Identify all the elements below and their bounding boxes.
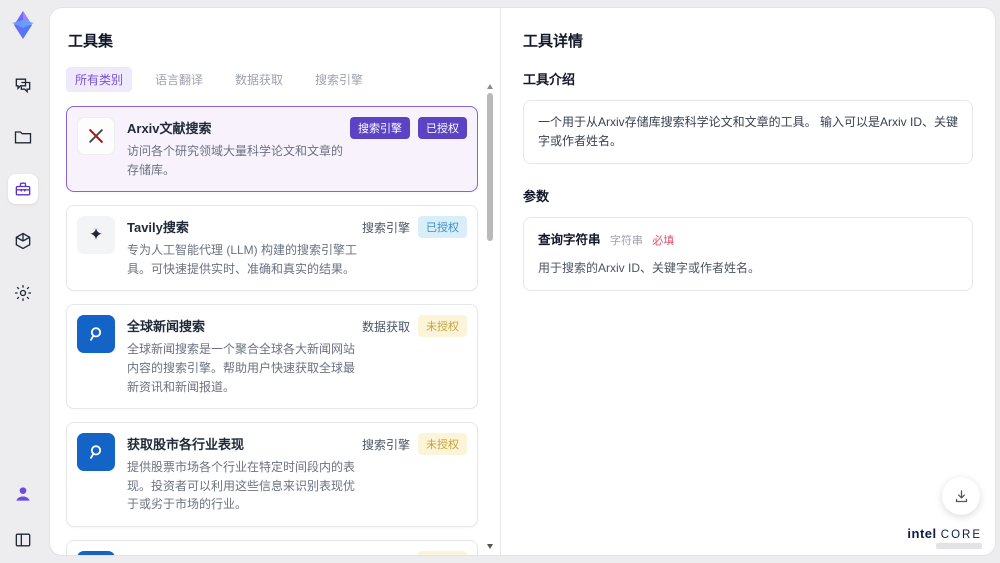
scroll-up-arrow[interactable]	[487, 84, 493, 89]
category-tabs: 所有类别 语言翻译 数据获取 搜索引擎	[66, 67, 478, 92]
intro-heading: 工具介绍	[523, 72, 576, 87]
param-required-flag: 必填	[652, 235, 675, 248]
tool-card-global-news[interactable]: 全球新闻搜索 全球新闻搜索是一个聚合全球各大新闻网站内容的搜索引擎。帮助用户快速…	[66, 304, 478, 410]
download-icon	[955, 489, 967, 502]
page-title: 工具集	[68, 33, 114, 50]
tool-name: Arxiv文献搜索	[127, 121, 212, 136]
tool-card-list: Arxiv文献搜索 访问各个研究领域大量科学论文和文章的存储库。 搜索引擎 已授…	[66, 106, 478, 555]
left-rail	[0, 0, 46, 563]
tab-all-categories[interactable]: 所有类别	[66, 67, 133, 92]
tool-description: 访问各个研究领域大量科学论文和文章的存储库。	[127, 144, 344, 177]
auth-status-badge: 已授权	[418, 117, 467, 139]
tool-card-sector-performance[interactable]: 获取股市各行业表现 提供股票市场各个行业在特定时间段内的表现。投资者可以利用这些…	[66, 422, 478, 527]
folder-icon[interactable]	[8, 122, 38, 152]
tool-list-column: 工具集 所有类别 语言翻译 数据获取 搜索引擎 Arxiv文献搜索 访问各个研究…	[50, 8, 500, 555]
tool-card-most-active-stocks[interactable]: 获取市场最活跃股票信息 提供当天交易量最高的股票列表，投资者可以利用这些信息来识…	[66, 539, 478, 556]
scroll-down-arrow[interactable]	[487, 544, 493, 549]
download-button[interactable]	[942, 477, 980, 515]
auth-status-badge: 未授权	[418, 433, 467, 456]
tab-data-fetch[interactable]: 数据获取	[226, 67, 292, 92]
tool-description: 全球新闻搜索是一个聚合全球各大新闻网站内容的搜索引擎。帮助用户快速获取全球最新资…	[127, 342, 356, 394]
param-description: 用于搜索的Arxiv ID、关键字或作者姓名。	[538, 260, 761, 275]
tool-description: 提供股票市场各个行业在特定时间段内的表现。投资者可以利用这些信息来识别表现优于或…	[127, 460, 356, 512]
panel-layout-icon[interactable]	[8, 525, 38, 555]
sparkle-icon: ✦	[77, 216, 115, 255]
tool-details-column: 工具详情 工具介绍 一个用于从Arxiv存储库搜索科学论文和文章的工具。 输入可…	[500, 8, 995, 555]
chat-icon[interactable]	[8, 70, 38, 100]
details-title: 工具详情	[523, 33, 584, 50]
scrollbar-thumb[interactable]	[487, 93, 493, 241]
arxiv-x-icon	[77, 117, 115, 155]
category-label: 搜索引擎	[362, 553, 410, 555]
tool-description: 专为人工智能代理 (LLM) 构建的搜索引擎工具。可快速提供实时、准确和真实的结…	[127, 243, 358, 276]
main-panel: 工具集 所有类别 语言翻译 数据获取 搜索引擎 Arxiv文献搜索 访问各个研究…	[50, 8, 995, 555]
search-globe-icon	[77, 550, 115, 555]
tab-search-engine[interactable]: 搜索引擎	[306, 67, 372, 92]
intro-card: 一个用于从Arxiv存储库搜索科学论文和文章的工具。 输入可以是Arxiv ID…	[523, 100, 973, 165]
auth-status-badge: 未授权	[418, 315, 467, 338]
tool-card-arxiv[interactable]: Arxiv文献搜索 访问各个研究领域大量科学论文和文章的存储库。 搜索引擎 已授…	[66, 106, 478, 193]
param-name: 查询字符串	[538, 233, 601, 248]
category-label: 搜索引擎	[361, 437, 410, 452]
tab-language-translation[interactable]: 语言翻译	[146, 67, 212, 92]
tool-name: 获取股市各行业表现	[127, 437, 245, 453]
tool-name: 全球新闻搜索	[127, 319, 206, 335]
param-card: 查询字符串 字符串 必填 用于搜索的Arxiv ID、关键字或作者姓名。	[523, 217, 973, 292]
intel-core-logo: intel CORE	[907, 526, 982, 549]
user-icon[interactable]	[8, 479, 38, 509]
auth-status-badge: 已授权	[418, 216, 467, 239]
auth-status-badge: 未授权	[418, 550, 467, 555]
cube-icon[interactable]	[8, 226, 38, 256]
category-badge: 搜索引擎	[350, 117, 410, 139]
params-heading: 参数	[523, 189, 550, 205]
tool-name: Tavily搜索	[127, 220, 189, 236]
toolbox-icon[interactable]	[8, 174, 38, 204]
param-type: 字符串	[609, 235, 643, 248]
intel-sub-badge	[936, 543, 982, 549]
tool-name: 获取市场最活跃股票信息	[127, 552, 359, 556]
gear-icon[interactable]	[8, 278, 38, 308]
intel-wordmark: intel	[907, 526, 937, 541]
app-logo	[12, 11, 34, 39]
category-label: 数据获取	[361, 319, 410, 334]
list-scrollbar[interactable]	[486, 84, 494, 549]
search-globe-icon	[77, 433, 115, 472]
tool-card-tavily[interactable]: ✦ Tavily搜索 专为人工智能代理 (LLM) 构建的搜索引擎工具。可快速提…	[66, 205, 478, 292]
category-label: 搜索引擎	[361, 220, 410, 235]
search-globe-icon	[77, 315, 115, 354]
core-wordmark: CORE	[940, 529, 982, 541]
intro-text: 一个用于从Arxiv存储库搜索科学论文和文章的工具。 输入可以是Arxiv ID…	[538, 115, 959, 149]
